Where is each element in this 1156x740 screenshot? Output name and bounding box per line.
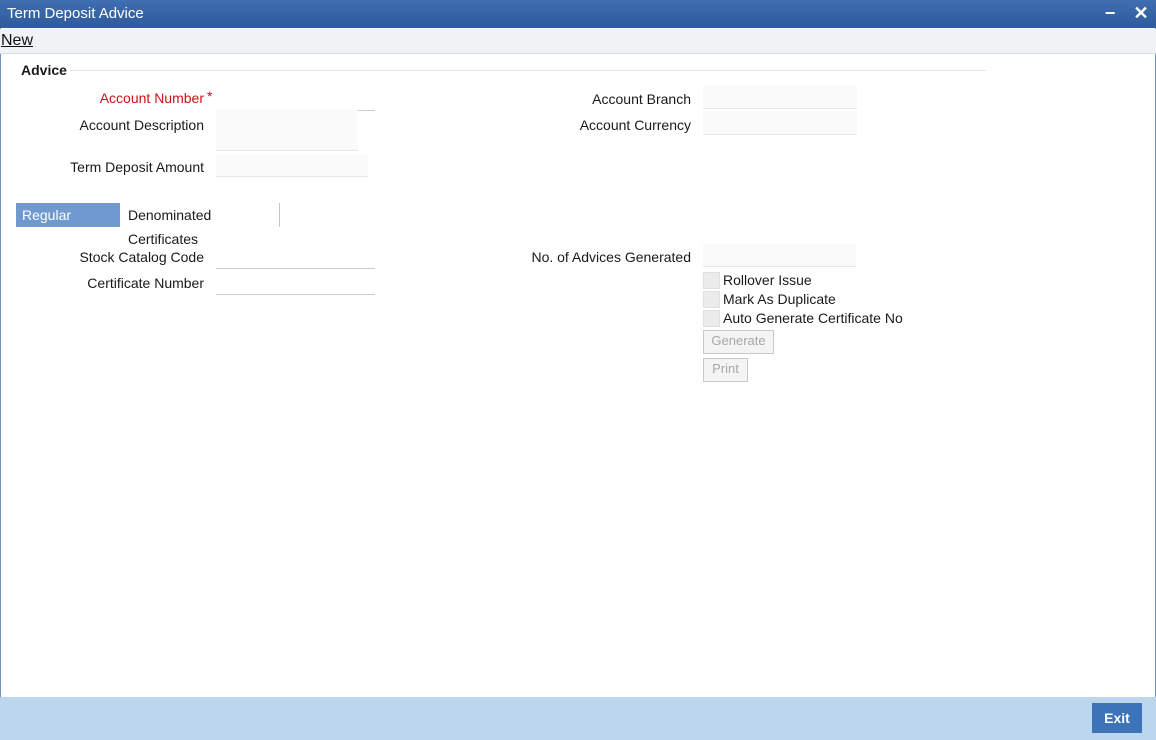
account-currency-field — [703, 112, 857, 135]
exit-button[interactable]: Exit — [1092, 703, 1142, 733]
mark-as-duplicate-label: Mark As Duplicate — [723, 291, 836, 307]
window-frame — [0, 28, 1156, 739]
minimize-icon[interactable]: − — [1099, 2, 1121, 24]
stock-catalog-code-input[interactable] — [216, 246, 375, 269]
advice-section-title: Advice — [21, 62, 67, 78]
term-deposit-amount-field — [216, 154, 368, 177]
menu-bar: New — [0, 29, 1156, 54]
generate-button[interactable]: Generate — [703, 330, 774, 354]
required-marker: * — [207, 88, 213, 104]
advices-generated-label: No. of Advices Generated — [531, 249, 691, 265]
auto-generate-label: Auto Generate Certificate No — [723, 310, 903, 326]
tab-regular-deposit[interactable]: Regular Deposit — [16, 203, 120, 247]
account-number-input[interactable] — [216, 88, 375, 111]
rollover-issue-checkbox[interactable] — [703, 272, 720, 289]
close-icon[interactable]: ✕ — [1130, 2, 1152, 24]
tab-denominated-certificates[interactable]: Denominated Certificates — [122, 203, 217, 247]
term-deposit-amount-label: Term Deposit Amount — [70, 159, 204, 175]
account-description-label: Account Description — [79, 117, 204, 133]
footer-bar — [0, 697, 1156, 740]
new-menu-item[interactable]: New — [1, 32, 33, 50]
advices-generated-field — [703, 244, 856, 267]
auto-generate-checkbox[interactable] — [703, 310, 720, 327]
rollover-issue-label: Rollover Issue — [723, 272, 812, 288]
certificate-number-input[interactable] — [216, 272, 375, 295]
section-divider — [70, 70, 986, 71]
mark-as-duplicate-checkbox[interactable] — [703, 291, 720, 308]
account-number-label: Account Number — [99, 90, 204, 106]
window-title: Term Deposit Advice — [7, 5, 144, 22]
account-branch-label: Account Branch — [592, 91, 691, 107]
print-button[interactable]: Print — [703, 358, 748, 382]
account-currency-label: Account Currency — [579, 117, 691, 133]
account-description-field — [216, 110, 358, 151]
account-branch-field — [703, 86, 857, 109]
tab-separator — [279, 203, 280, 227]
certificate-number-label: Certificate Number — [87, 275, 204, 291]
stock-catalog-code-label: Stock Catalog Code — [79, 249, 204, 265]
window-titlebar: Term Deposit Advice − ✕ — [0, 0, 1156, 28]
